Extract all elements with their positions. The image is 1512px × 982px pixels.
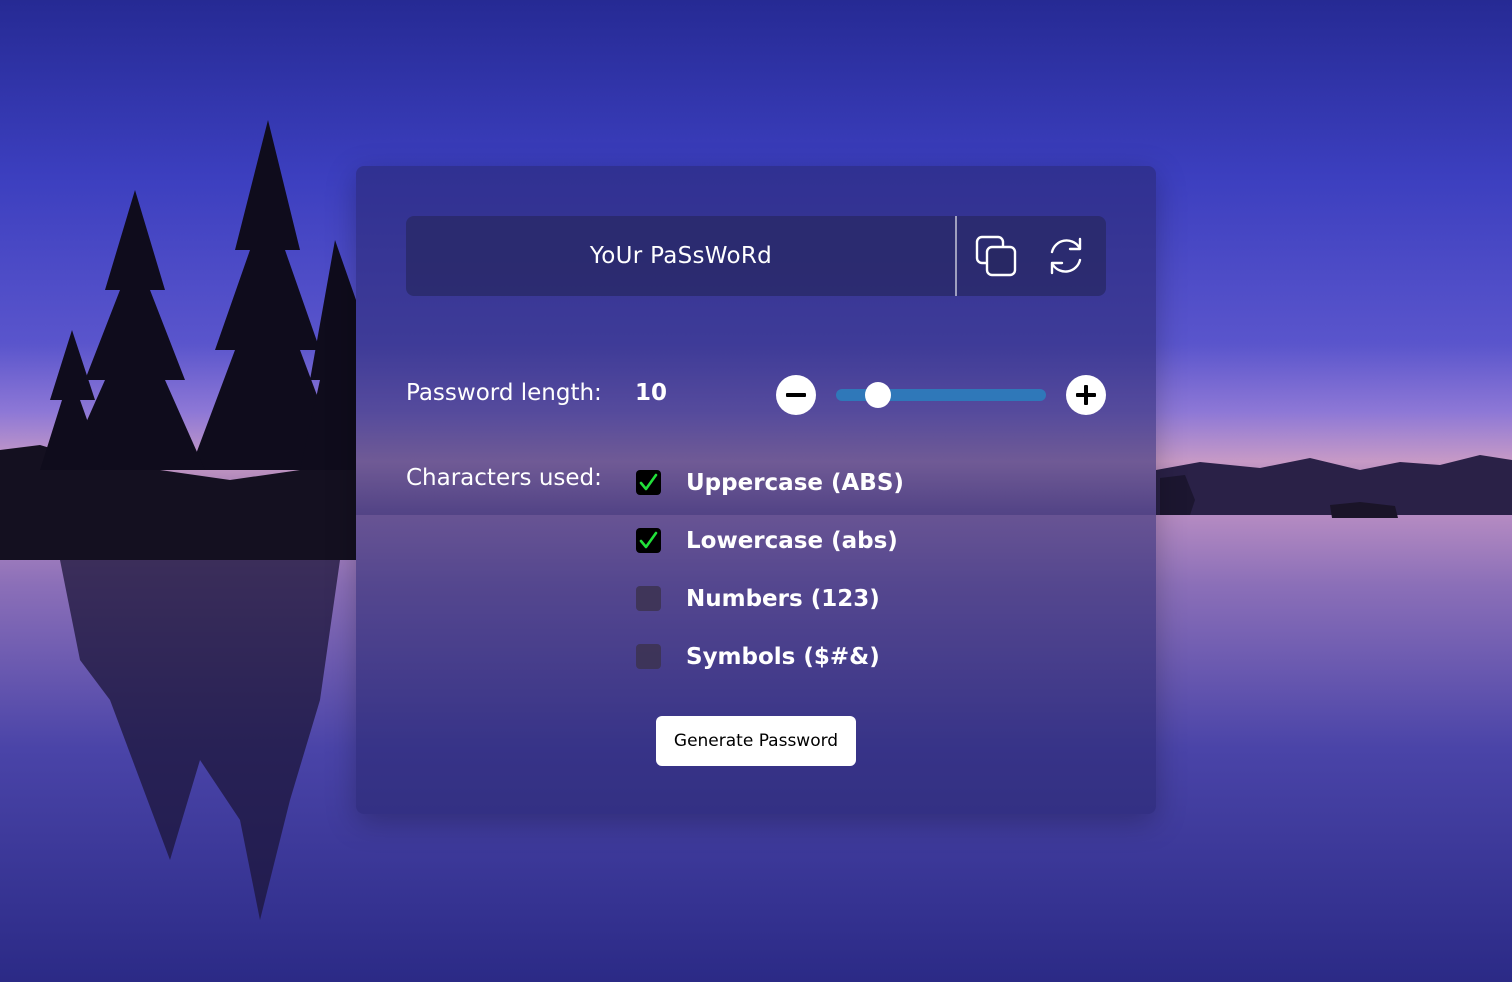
password-generator-card: YoUr PaSsWoRd Password length: 10 Charac…	[356, 166, 1156, 814]
uppercase-checkbox[interactable]	[636, 470, 661, 495]
symbols-label: Symbols ($#&)	[686, 644, 880, 670]
length-label: Password length:	[406, 380, 602, 406]
decrease-length-button[interactable]	[776, 375, 816, 415]
length-slider-thumb[interactable]	[865, 382, 891, 408]
checkmark-icon	[639, 473, 658, 491]
characters-label: Characters used:	[406, 465, 602, 491]
lowercase-checkbox[interactable]	[636, 528, 661, 553]
copy-icon	[975, 235, 1017, 277]
lowercase-label: Lowercase (abs)	[686, 528, 898, 554]
password-text: YoUr PaSsWoRd	[589, 243, 773, 269]
checkmark-icon	[639, 531, 658, 549]
symbols-checkbox[interactable]	[636, 644, 661, 669]
length-slider[interactable]	[836, 382, 1046, 408]
password-display: YoUr PaSsWoRd	[406, 216, 1106, 296]
copy-button[interactable]	[974, 234, 1018, 278]
numbers-checkbox[interactable]	[636, 586, 661, 611]
length-value: 10	[635, 380, 668, 406]
plus-icon	[1076, 385, 1096, 405]
refresh-button[interactable]	[1044, 234, 1088, 278]
minus-icon	[786, 393, 806, 397]
uppercase-label: Uppercase (ABS)	[686, 470, 904, 496]
numbers-label: Numbers (123)	[686, 586, 880, 612]
refresh-icon	[1050, 237, 1082, 275]
increase-length-button[interactable]	[1066, 375, 1106, 415]
divider	[955, 216, 957, 296]
generate-password-button[interactable]: Generate Password	[656, 716, 856, 766]
